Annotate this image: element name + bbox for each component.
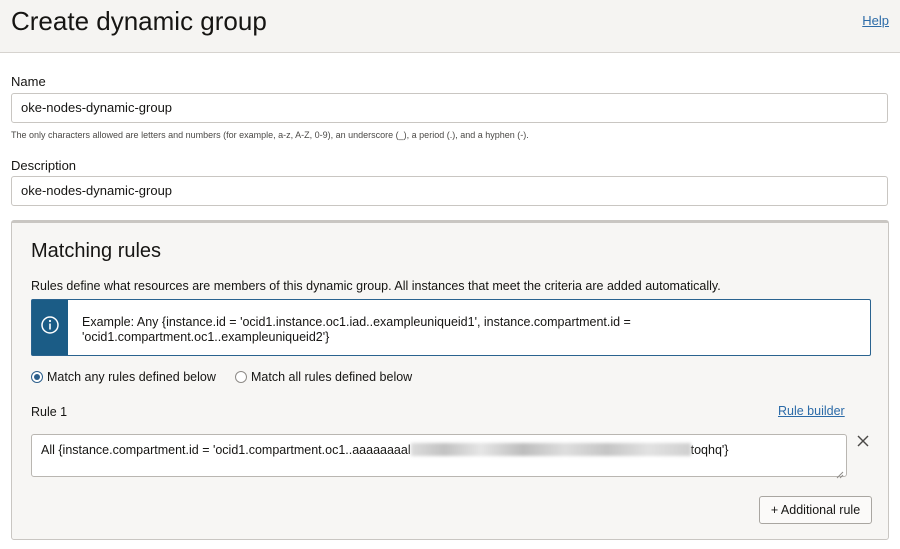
example-info-text: Example: Any {instance.id = 'ocid1.insta… (82, 315, 852, 345)
description-input[interactable]: oke-nodes-dynamic-group (11, 176, 888, 206)
match-any-label: Match any rules defined below (47, 370, 216, 384)
redacted-region (410, 443, 691, 456)
description-label: Description (11, 158, 77, 173)
rule-1-text: All {instance.compartment.id = 'ocid1.co… (41, 443, 728, 457)
matching-rules-panel: Matching rules Rules define what resourc… (11, 220, 889, 540)
match-all-radio-option[interactable]: Match all rules defined below (235, 370, 412, 384)
rule-text-end: toqhq'} (690, 443, 729, 457)
resize-grip-icon[interactable] (836, 466, 844, 479)
help-link[interactable]: Help (862, 13, 889, 28)
page-title: Create dynamic group (11, 6, 267, 36)
example-line-2: 'ocid1.compartment.oc1..exampleuniqueid2… (82, 330, 330, 344)
name-input[interactable]: oke-nodes-dynamic-group (11, 93, 888, 123)
matching-rules-title: Matching rules (31, 240, 162, 262)
info-circle-icon (41, 316, 59, 339)
name-label: Name (11, 74, 46, 89)
rule-text-start: All {instance.compartment.id = 'ocid1.co… (41, 443, 411, 457)
example-line-1: Example: Any {instance.id = 'ocid1.insta… (82, 315, 631, 329)
matching-rules-description: Rules define what resources are members … (31, 279, 721, 293)
match-any-radio[interactable] (31, 371, 43, 383)
additional-rule-button[interactable]: + Additional rule (759, 496, 872, 524)
rule-1-textarea[interactable]: All {instance.compartment.id = 'ocid1.co… (31, 434, 847, 479)
example-info-box: Example: Any {instance.id = 'ocid1.insta… (31, 299, 871, 356)
rule-1-label: Rule 1 (31, 405, 68, 419)
match-all-label: Match all rules defined below (251, 370, 413, 384)
close-icon[interactable] (856, 434, 870, 448)
info-strip (32, 300, 68, 355)
match-all-radio[interactable] (235, 371, 247, 383)
rule-builder-link[interactable]: Rule builder (778, 404, 845, 418)
match-any-radio-option[interactable]: Match any rules defined below (31, 370, 216, 384)
page-header: Create dynamic group Help (0, 0, 900, 53)
name-hint: The only characters allowed are letters … (11, 130, 529, 140)
